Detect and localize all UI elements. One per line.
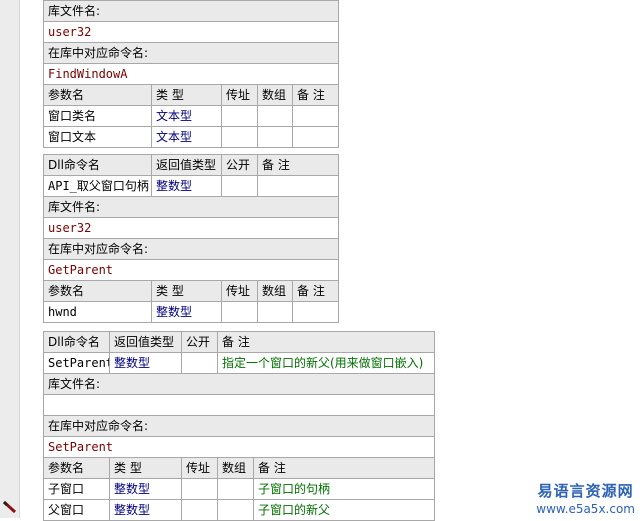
- cmd-value[interactable]: GetParent: [42, 259, 340, 281]
- param-name[interactable]: 父窗口: [43, 499, 110, 521]
- param-type[interactable]: 文本型: [151, 126, 222, 148]
- lib-value[interactable]: [42, 394, 436, 416]
- command-note[interactable]: [256, 175, 340, 197]
- command-note[interactable]: 指定一个窗口的新父(用来做窗口嵌入): [216, 352, 436, 374]
- param-name[interactable]: 窗口类名: [43, 105, 152, 127]
- param-note[interactable]: [291, 301, 340, 323]
- watermark-url: www.e5a5x.com: [536, 502, 635, 516]
- public-flag[interactable]: [181, 352, 218, 374]
- cmd-value[interactable]: SetParent: [42, 436, 436, 458]
- param-header-byref: 传址: [221, 280, 258, 302]
- param-byref[interactable]: [221, 301, 258, 323]
- cmd-label: 在库中对应命令名:: [42, 238, 340, 260]
- param-note[interactable]: 子窗口的句柄: [252, 478, 436, 500]
- watermark: 易语言资源网 www.e5a5x.com: [536, 480, 635, 516]
- param-header-byref: 传址: [181, 457, 218, 479]
- param-header-note: 备 注: [291, 84, 340, 106]
- param-header-byref: 传址: [221, 84, 258, 106]
- param-byref[interactable]: [181, 478, 218, 500]
- param-header-array: 数组: [217, 457, 254, 479]
- header-note: 备 注: [256, 154, 340, 176]
- param-row: hwnd 整数型: [43, 301, 340, 323]
- param-header-array: 数组: [257, 280, 293, 302]
- param-name[interactable]: hwnd: [43, 301, 152, 323]
- param-header-type: 类 型: [151, 84, 222, 106]
- param-row: 窗口类名 文本型: [43, 105, 340, 127]
- watermark-brand: 易语言资源网: [537, 482, 634, 500]
- param-array[interactable]: [257, 301, 293, 323]
- dll-block-findwindow: 库文件名: user32 在库中对应命令名: FindWindowA 参数名 类…: [42, 0, 340, 148]
- param-row: 父窗口 整数型 子窗口的新父: [43, 499, 436, 521]
- param-type[interactable]: 整数型: [109, 478, 182, 500]
- param-byref[interactable]: [221, 105, 258, 127]
- param-header-name: 参数名: [43, 280, 152, 302]
- param-header-array: 数组: [257, 84, 293, 106]
- header-dll-name: Dll命令名: [43, 331, 110, 353]
- lib-label: 库文件名:: [42, 373, 436, 395]
- dll-block-setparent: Dll命令名 返回值类型 公开 备 注 SetParent 整数型 指定一个窗口…: [42, 331, 436, 521]
- param-name[interactable]: 子窗口: [43, 478, 110, 500]
- editor-gutter: [0, 0, 20, 518]
- param-header-note: 备 注: [252, 457, 436, 479]
- dll-command-name[interactable]: API_取父窗口句柄: [43, 175, 152, 197]
- lib-label: 库文件名:: [42, 196, 340, 218]
- param-note[interactable]: [291, 126, 340, 148]
- param-header-name: 参数名: [43, 84, 152, 106]
- public-flag[interactable]: [221, 175, 258, 197]
- param-row: 子窗口 整数型 子窗口的句柄: [43, 478, 436, 500]
- param-array[interactable]: [257, 126, 293, 148]
- cmd-label: 在库中对应命令名:: [42, 42, 340, 64]
- lib-value[interactable]: user32: [42, 217, 340, 239]
- param-header-name: 参数名: [43, 457, 110, 479]
- param-array[interactable]: [217, 499, 254, 521]
- param-array[interactable]: [257, 105, 293, 127]
- param-byref[interactable]: [181, 499, 218, 521]
- header-return-type: 返回值类型: [151, 154, 222, 176]
- param-row: 窗口文本 文本型: [43, 126, 340, 148]
- lib-value[interactable]: user32: [42, 21, 340, 43]
- return-type[interactable]: 整数型: [109, 352, 182, 374]
- param-type[interactable]: 整数型: [151, 301, 222, 323]
- dll-block-getparent: Dll命令名 返回值类型 公开 备 注 API_取父窗口句柄 整数型 库文件名:…: [42, 154, 340, 323]
- param-name[interactable]: 窗口文本: [43, 126, 152, 148]
- header-public: 公开: [181, 331, 218, 353]
- param-type[interactable]: 整数型: [109, 499, 182, 521]
- param-header-type: 类 型: [109, 457, 182, 479]
- param-type[interactable]: 文本型: [151, 105, 222, 127]
- cmd-value[interactable]: FindWindowA: [42, 63, 340, 85]
- header-return-type: 返回值类型: [109, 331, 182, 353]
- return-type[interactable]: 整数型: [151, 175, 222, 197]
- header-dll-name: Dll命令名: [43, 154, 152, 176]
- param-note[interactable]: [291, 105, 340, 127]
- param-header-note: 备 注: [291, 280, 340, 302]
- header-public: 公开: [221, 154, 258, 176]
- lib-label: 库文件名:: [42, 0, 340, 22]
- param-byref[interactable]: [221, 126, 258, 148]
- param-note[interactable]: 子窗口的新父: [252, 499, 436, 521]
- header-note: 备 注: [216, 331, 436, 353]
- pencil-icon: [2, 500, 17, 514]
- dll-command-name[interactable]: SetParent: [43, 352, 110, 374]
- cmd-label: 在库中对应命令名:: [42, 415, 436, 437]
- param-array[interactable]: [217, 478, 254, 500]
- param-header-type: 类 型: [151, 280, 222, 302]
